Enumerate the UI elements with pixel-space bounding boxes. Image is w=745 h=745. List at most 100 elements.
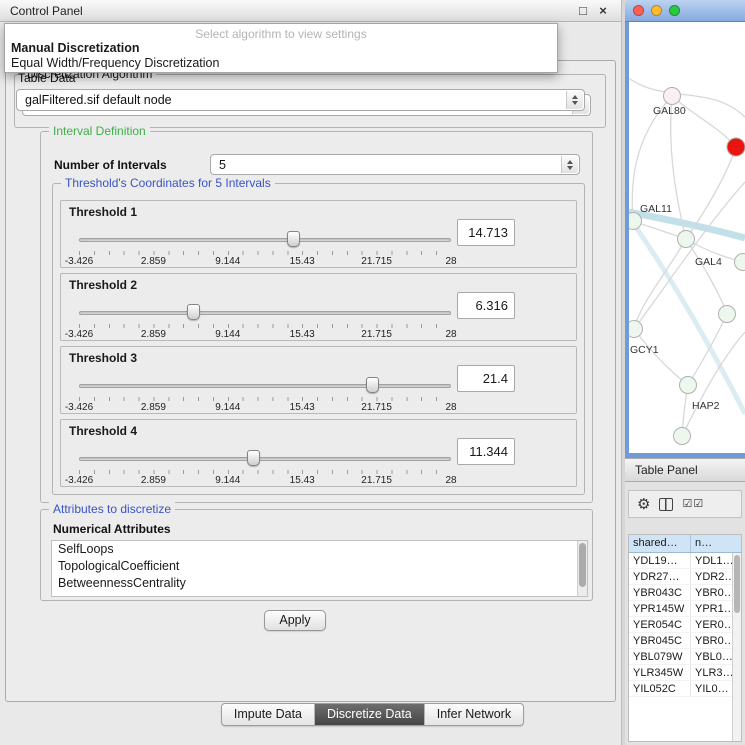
table-cell: YIL0… <box>691 681 732 696</box>
float-window-icon[interactable]: □ <box>575 3 591 18</box>
slider-scale-label: 9.144 <box>215 329 240 340</box>
table-rows: YDL19…YDL1…YDR27…YDR2…YBR043CYBR0…YPR145… <box>629 553 732 741</box>
dropdown-option-manual-discretization[interactable]: Manual Discretization <box>5 41 557 56</box>
show-columns-icon[interactable] <box>659 498 673 511</box>
select-columns-checkboxes-icon[interactable]: ☑☑ <box>682 499 704 510</box>
dropdown-placeholder-option[interactable]: Select algorithm to view settings <box>5 24 557 41</box>
table-row[interactable]: YDR27…YDR2… <box>629 569 732 585</box>
table-cell: YPR1… <box>691 601 732 616</box>
minimize-traffic-light-icon[interactable] <box>651 5 662 16</box>
table-row[interactable]: YBR043CYBR0… <box>629 585 732 601</box>
threshold-slider[interactable] <box>79 377 451 395</box>
threshold-label: Threshold 4 <box>69 424 137 438</box>
tab-discretize-data[interactable]: Discretize Data <box>314 704 424 725</box>
slider-thumb[interactable] <box>247 450 260 466</box>
table-cell: YBR0… <box>691 633 732 648</box>
slider-scale-label: 21.715 <box>361 256 392 267</box>
thresholds-group: Threshold's Coordinates for 5 Intervals … <box>52 183 585 495</box>
table-panel-header: Table Panel <box>625 458 745 482</box>
close-window-icon[interactable]: × <box>595 3 611 18</box>
tab-impute-data[interactable]: Impute Data <box>222 704 314 725</box>
interval-definition-group: Interval Definition Number of Intervals … <box>40 131 593 503</box>
slider-scale-label: -3.426 <box>65 475 93 486</box>
table-row[interactable]: YPR145WYPR1… <box>629 601 732 617</box>
slider-thumb[interactable] <box>366 377 379 393</box>
slider-track <box>79 238 451 242</box>
slider-scale-label: 28 <box>445 402 456 413</box>
slider-scale-label: -3.426 <box>65 256 93 267</box>
network-canvas[interactable]: GAL80GAL11GAL4GCY1HAP2 <box>629 22 745 453</box>
slider-thumb[interactable] <box>187 304 200 320</box>
threshold-value-field[interactable]: 11.344 <box>457 438 515 465</box>
table-row[interactable]: YDL19…YDL1… <box>629 553 732 569</box>
number-of-intervals-combobox[interactable]: 5 <box>210 154 580 175</box>
table-cell: YBR043C <box>629 585 691 600</box>
table-cell: YLR345W <box>629 665 691 680</box>
table-row[interactable]: YBR045CYBR0… <box>629 633 732 649</box>
table-scrollbar-thumb[interactable] <box>734 555 740 613</box>
column-header-shared-name[interactable]: shared… <box>629 535 691 552</box>
table-data-combobox-value: galFiltered.sif default node <box>25 93 172 107</box>
network-node[interactable] <box>735 254 745 271</box>
numerical-attributes-label: Numerical Attributes <box>53 522 171 536</box>
table-cell: YER0… <box>691 617 732 632</box>
table-cell: YPR145W <box>629 601 691 616</box>
control-panel-titlebar: Control Panel □ × <box>0 0 621 22</box>
threshold-slider[interactable] <box>79 450 451 468</box>
network-node-gal11[interactable] <box>629 213 642 230</box>
table-cell: YDR27… <box>629 569 691 584</box>
network-node-hap2[interactable] <box>680 377 697 394</box>
network-node-label-gal11: GAL11 <box>640 203 672 215</box>
threshold-panel-3: Threshold 3-3.4262.8599.14415.4321.71528… <box>60 346 577 414</box>
threshold-value-field[interactable]: 14.713 <box>457 219 515 246</box>
network-node-gal4[interactable] <box>678 231 695 248</box>
slider-scale-label: 2.859 <box>141 329 166 340</box>
attribute-item[interactable]: BetweennessCentrality <box>52 575 587 592</box>
slider-ticks <box>79 251 451 255</box>
bottom-tab-group: Impute DataDiscretize DataInfer Network <box>221 703 524 726</box>
attribute-item[interactable]: SelfLoops <box>52 541 587 558</box>
dropdown-option-equal-width-frequency[interactable]: Equal Width/Frequency Discretization <box>5 56 557 71</box>
network-node[interactable] <box>727 138 745 156</box>
table-row[interactable]: YLR345WYLR3… <box>629 665 732 681</box>
tab-infer-network[interactable]: Infer Network <box>424 704 523 725</box>
threshold-panel-4: Threshold 4-3.4262.8599.14415.4321.71528… <box>60 419 577 487</box>
list-scrollbar[interactable] <box>577 541 587 596</box>
slider-scale: -3.4262.8599.14415.4321.71528 <box>79 256 451 268</box>
slider-scale-label: 9.144 <box>215 475 240 486</box>
network-view-window: GAL80GAL11GAL4GCY1HAP2 <box>625 0 745 458</box>
network-node[interactable] <box>674 428 691 445</box>
network-node-gal80[interactable] <box>664 88 681 105</box>
table-row[interactable]: YBL079WYBL0… <box>629 649 732 665</box>
window-title: Control Panel <box>10 4 571 18</box>
attributes-to-discretize-group: Attributes to discretize Numerical Attri… <box>40 509 593 601</box>
zoom-traffic-light-icon[interactable] <box>669 5 680 16</box>
table-row[interactable]: YER054CYER0… <box>629 617 732 633</box>
slider-scale-label: 28 <box>445 329 456 340</box>
slider-scale-label: 15.43 <box>290 402 315 413</box>
slider-thumb[interactable] <box>287 231 300 247</box>
list-scrollbar-thumb[interactable] <box>579 543 586 587</box>
table-settings-gear-icon[interactable]: ⚙ <box>637 497 650 512</box>
slider-scale-label: 2.859 <box>141 256 166 267</box>
threshold-value-field[interactable]: 6.316 <box>457 292 515 319</box>
table-row[interactable]: YIL052CYIL0… <box>629 681 732 697</box>
column-header-name[interactable]: n… <box>691 535 741 552</box>
slider-scale: -3.4262.8599.14415.4321.71528 <box>79 329 451 341</box>
network-node[interactable] <box>719 306 736 323</box>
threshold-slider[interactable] <box>79 231 451 249</box>
threshold-value-field[interactable]: 21.4 <box>457 365 515 392</box>
threshold-label: Threshold 2 <box>69 278 137 292</box>
apply-button[interactable]: Apply <box>264 610 326 631</box>
table-scrollbar[interactable] <box>732 553 741 741</box>
threshold-slider[interactable] <box>79 304 451 322</box>
table-cell: YDL1… <box>691 553 732 568</box>
table-data-combobox[interactable]: galFiltered.sif default node <box>16 89 585 111</box>
attribute-item[interactable]: TopologicalCoefficient <box>52 558 587 575</box>
interval-definition-title: Interval Definition <box>49 124 150 138</box>
numerical-attributes-list[interactable]: SelfLoopsTopologicalCoefficientBetweenne… <box>51 540 588 597</box>
slider-scale-label: 21.715 <box>361 402 392 413</box>
slider-ticks <box>79 470 451 474</box>
close-traffic-light-icon[interactable] <box>633 5 644 16</box>
network-node-gcy1[interactable] <box>629 321 643 338</box>
